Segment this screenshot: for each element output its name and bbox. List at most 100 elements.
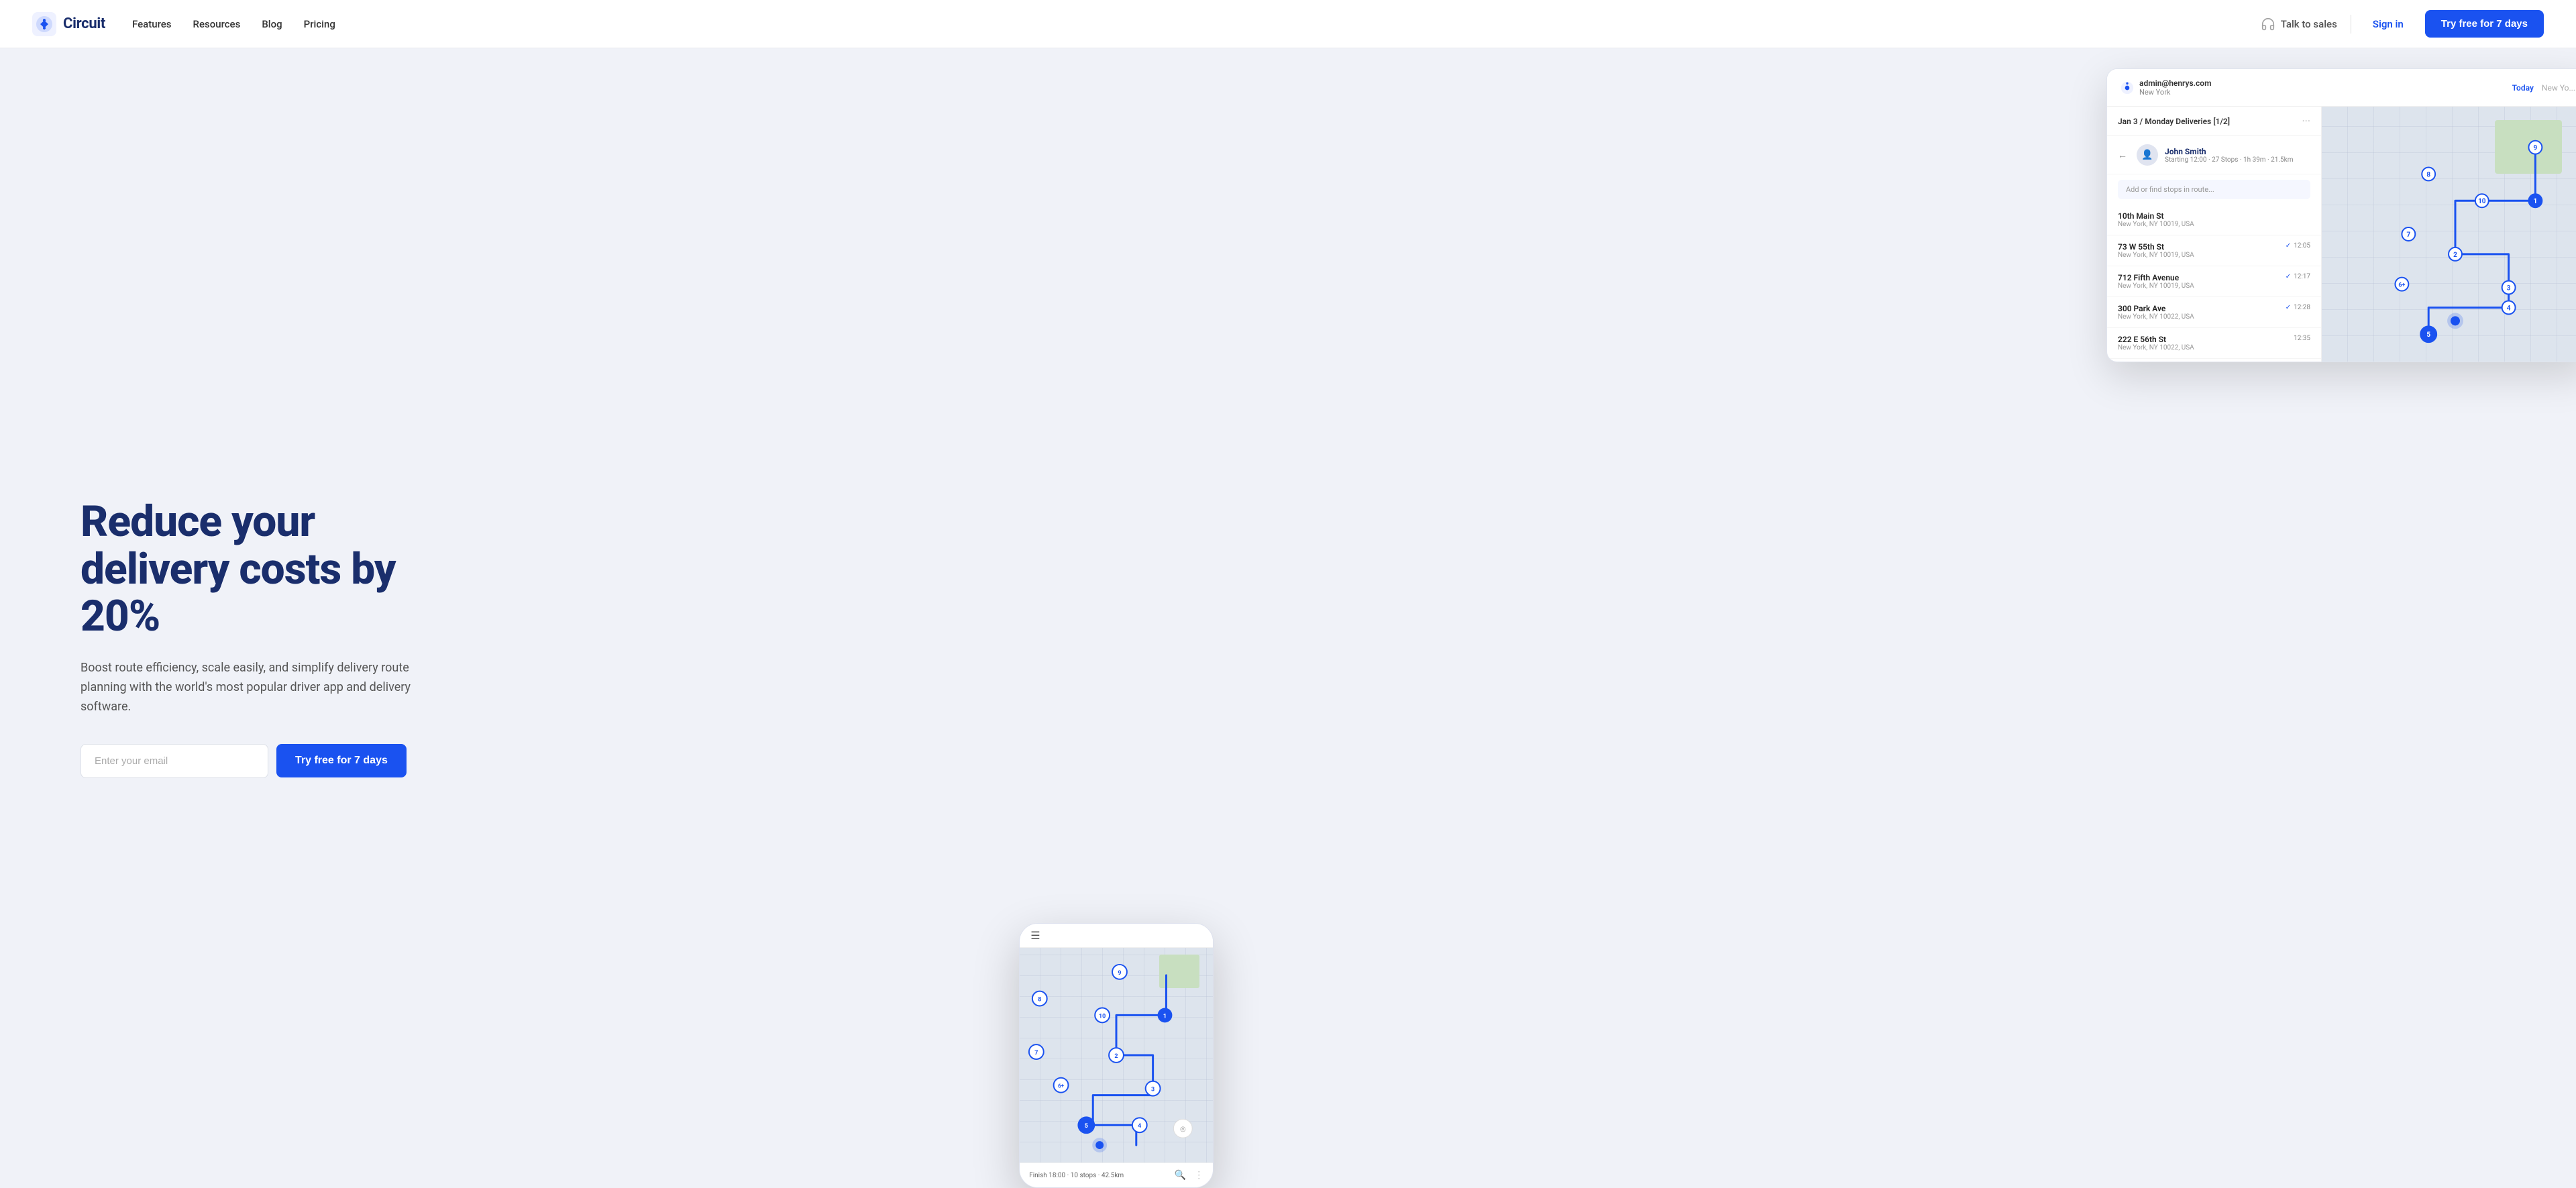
svg-text:1: 1 [1163, 1013, 1167, 1020]
desktop-route-svg: 9 8 10 1 7 2 3 6+ [2322, 107, 2576, 362]
navbar-left: Circuit Features Resources Blog Pricing [32, 12, 335, 36]
stop-info-3: 712 Fifth Avenue New York, NY 10019, USA [2118, 273, 2194, 290]
stop-check-3: ✓ [2286, 273, 2291, 280]
hero-visuals: admin@henrys.com New York Today New Yo..… [979, 48, 2576, 1188]
svg-text:◎: ◎ [1180, 1126, 1186, 1133]
svg-text:1: 1 [2534, 198, 2538, 205]
nav-links: Features Resources Blog Pricing [132, 18, 335, 30]
mockup-avatar: 👤 [2137, 144, 2158, 166]
mockup-more-dots[interactable]: ··· [2302, 115, 2310, 127]
logo[interactable]: Circuit [32, 12, 105, 36]
back-arrow-icon[interactable]: ← [2118, 150, 2127, 161]
stop-street-4: 300 Park Ave [2118, 304, 2194, 313]
stop-info-5: 222 E 56th St New York, NY 10022, USA [2118, 335, 2194, 352]
desktop-mockup: admin@henrys.com New York Today New Yo..… [2106, 68, 2576, 362]
stop-item-6: 375 Park Ave New York, NY 10152, USA ↑ P… [2107, 359, 2321, 362]
svg-text:6+: 6+ [2398, 282, 2405, 289]
phone-status-bar: ☰ [1020, 924, 1213, 948]
navbar: Circuit Features Resources Blog Pricing … [0, 0, 2576, 48]
svg-text:8: 8 [1038, 997, 1041, 1004]
stop-info-1: 10th Main St New York, NY 10019, USA [2118, 211, 2194, 228]
mockup-today-tab[interactable]: Today [2512, 83, 2534, 93]
stop-street-1: 10th Main St [2118, 211, 2194, 221]
phone-mockup: ☰ 9 8 10 1 7 [1019, 923, 1214, 1188]
nav-blog[interactable]: Blog [262, 18, 282, 30]
stop-item-4: 300 Park Ave New York, NY 10022, USA ✓ 1… [2107, 297, 2321, 328]
svg-text:8: 8 [2426, 171, 2430, 178]
stop-check-4: ✓ [2286, 304, 2291, 311]
svg-text:3: 3 [1151, 1087, 1155, 1093]
nav-features[interactable]: Features [132, 18, 171, 30]
svg-text:4: 4 [2507, 305, 2511, 312]
stop-item-1: 10th Main St New York, NY 10019, USA [2107, 205, 2321, 235]
stop-street-5: 222 E 56th St [2118, 335, 2194, 344]
mockup-logo-icon [2121, 81, 2134, 95]
mockup-user-info: admin@henrys.com New York [2139, 78, 2212, 97]
mockup-user-email: admin@henrys.com [2139, 78, 2212, 88]
stop-address-2: New York, NY 10019, USA [2118, 252, 2194, 259]
mockup-search-bar[interactable]: Add or find stops in route... [2118, 180, 2310, 199]
hero-title: Reduce your delivery costs by 20% [80, 498, 416, 640]
svg-text:7: 7 [2406, 231, 2410, 239]
email-form: Try free for 7 days [80, 744, 416, 778]
mockup-location: New York [2139, 88, 2212, 97]
hamburger-icon[interactable]: ☰ [1030, 929, 1040, 942]
mockup-driver-row: ← 👤 John Smith Starting 12:00 · 27 Stops… [2107, 136, 2321, 174]
headset-icon [2261, 17, 2275, 32]
svg-text:9: 9 [2534, 145, 2538, 152]
stop-check-2: ✓ [2286, 242, 2291, 250]
stop-address-4: New York, NY 10022, USA [2118, 313, 2194, 321]
stop-address-5: New York, NY 10022, USA [2118, 344, 2194, 352]
stop-info-2: 73 W 55th St New York, NY 10019, USA [2118, 242, 2194, 259]
search-icon[interactable]: 🔍 [1175, 1170, 1186, 1181]
desktop-map-area: 9 8 10 1 7 2 3 6+ [2322, 107, 2576, 362]
stop-time-5: 12:35 [2294, 335, 2310, 342]
circuit-logo-icon [32, 12, 56, 36]
stop-item-2: 73 W 55th St New York, NY 10019, USA ✓ 1… [2107, 235, 2321, 266]
svg-text:9: 9 [1118, 970, 1122, 977]
svg-text:2: 2 [2453, 252, 2457, 259]
nav-pricing[interactable]: Pricing [304, 18, 335, 30]
desktop-mockup-body: Jan 3 / Monday Deliveries [1/2] ··· ← 👤 … [2107, 107, 2576, 362]
more-options-icon[interactable]: ⋮ [1194, 1170, 1203, 1181]
try-free-hero-button[interactable]: Try free for 7 days [276, 744, 407, 777]
phone-route-svg: 9 8 10 1 7 2 3 6+ 4 [1020, 948, 1213, 1163]
phone-map-area: 9 8 10 1 7 2 3 6+ 4 [1020, 948, 1213, 1163]
email-input[interactable] [80, 744, 268, 778]
stop-street-2: 73 W 55th St [2118, 242, 2194, 252]
desktop-mockup-header: admin@henrys.com New York Today New Yo..… [2107, 69, 2576, 107]
stop-street-3: 712 Fifth Avenue [2118, 273, 2194, 282]
mockup-new-tab[interactable]: New Yo... [2542, 83, 2575, 93]
stop-info-4: 300 Park Ave New York, NY 10022, USA [2118, 304, 2194, 321]
stop-time-4: 12:28 [2294, 304, 2310, 311]
talk-to-sales-link[interactable]: Talk to sales [2261, 17, 2337, 32]
hero-subtitle: Boost route efficiency, scale easily, an… [80, 659, 416, 716]
svg-text:5: 5 [1085, 1123, 1088, 1130]
talk-to-sales-label: Talk to sales [2281, 18, 2337, 30]
phone-footer-icons: 🔍 ⋮ [1175, 1170, 1203, 1181]
driver-meta: Starting 12:00 · 27 Stops · 1h 39m · 21.… [2165, 156, 2294, 164]
nav-resources[interactable]: Resources [193, 18, 241, 30]
stop-item-3: 712 Fifth Avenue New York, NY 10019, USA… [2107, 266, 2321, 297]
hero-section: Reduce your delivery costs by 20% Boost … [0, 48, 2576, 1188]
mockup-sidebar: Jan 3 / Monday Deliveries [1/2] ··· ← 👤 … [2107, 107, 2322, 362]
hero-content: Reduce your delivery costs by 20% Boost … [0, 498, 416, 778]
stop-address-1: New York, NY 10019, USA [2118, 221, 2194, 228]
svg-text:6+: 6+ [1058, 1083, 1065, 1089]
svg-text:4: 4 [1138, 1123, 1141, 1130]
stop-time-2: 12:05 [2294, 242, 2310, 250]
mockup-delivery-title: Jan 3 / Monday Deliveries [1/2] [2118, 117, 2230, 126]
stop-address-3: New York, NY 10019, USA [2118, 282, 2194, 290]
svg-text:10: 10 [2478, 198, 2486, 205]
svg-text:7: 7 [1034, 1050, 1038, 1057]
svg-text:5: 5 [2426, 331, 2430, 339]
try-free-nav-button[interactable]: Try free for 7 days [2425, 10, 2544, 38]
mockup-logo-area: admin@henrys.com New York [2121, 78, 2212, 97]
sign-in-button[interactable]: Sign in [2365, 13, 2412, 36]
stop-time-3: 12:17 [2294, 273, 2310, 280]
logo-text: Circuit [63, 15, 105, 32]
stop-item-5: 222 E 56th St New York, NY 10022, USA 12… [2107, 328, 2321, 359]
driver-name: John Smith [2165, 147, 2294, 156]
mockup-date-tabs: Today New Yo... [2512, 83, 2575, 93]
phone-footer: Finish 18:00 · 10 stops · 42.5km 🔍 ⋮ [1020, 1163, 1213, 1187]
